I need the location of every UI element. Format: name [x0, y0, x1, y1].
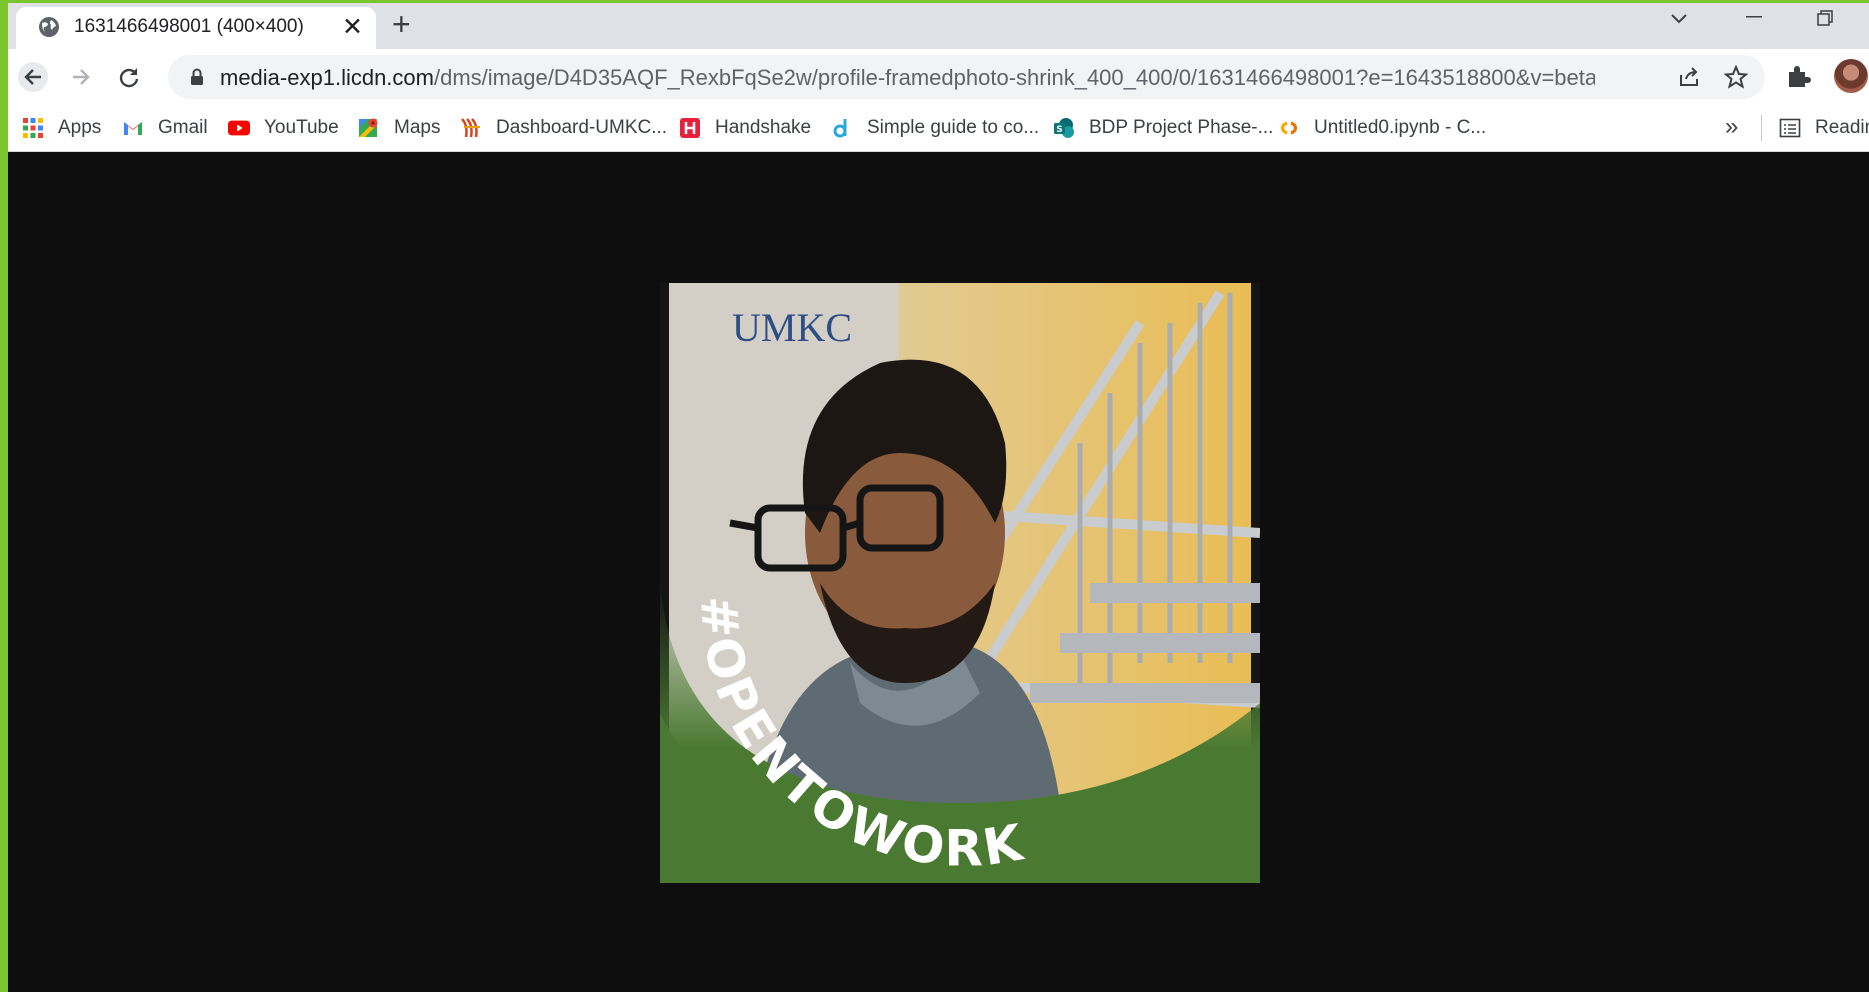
profile-photo: UMKC #OPENTOWORK [660, 283, 1260, 883]
bookmark-apps[interactable]: Apps [22, 115, 101, 141]
profile-avatar[interactable] [1834, 59, 1868, 93]
bookmark-label: Simple guide to co... [867, 117, 1040, 138]
sharepoint-icon: S [1054, 118, 1074, 138]
url-host: media-exp1.licdn.com [220, 65, 434, 90]
address-bar[interactable]: media-exp1.licdn.com/dms/image/D4D35AQF_… [168, 55, 1765, 99]
minimize-icon[interactable] [1746, 15, 1762, 19]
bookmark-simple-guide[interactable]: Simple guide to co... [831, 115, 1039, 141]
forward-arrow-icon[interactable] [66, 62, 96, 92]
reading-list-icon [1779, 118, 1801, 138]
plus-icon[interactable]: + [392, 8, 411, 40]
umkc-icon [461, 118, 480, 138]
guide-icon [833, 119, 847, 138]
star-bookmark-icon[interactable] [1724, 65, 1748, 89]
bookmark-bdp-project[interactable]: S BDP Project Phase-... [1053, 115, 1273, 141]
tab-strip: 1631466498001 (400×400) ✕ + [8, 3, 1869, 49]
colab-icon [1281, 121, 1297, 135]
window-border-left [0, 0, 8, 992]
restore-icon[interactable] [1816, 9, 1834, 27]
apps-grid-icon [23, 118, 43, 138]
extensions-puzzle-icon[interactable] [1786, 63, 1812, 89]
bookmark-label: Handshake [715, 117, 812, 138]
bookmark-label: BDP Project Phase-... [1089, 117, 1274, 138]
bookmark-label: Dashboard-UMKC... [496, 117, 668, 138]
bookmark-colab[interactable]: Untitled0.ipynb - C... [1278, 115, 1486, 141]
youtube-icon [228, 120, 250, 136]
globe-icon [39, 17, 59, 37]
svg-text:S: S [1056, 125, 1062, 135]
bookmark-label: Apps [58, 117, 102, 138]
bookmark-label: Untitled0.ipynb - C... [1314, 117, 1487, 138]
share-icon[interactable] [1677, 65, 1701, 89]
bookmarks-divider [1761, 115, 1762, 141]
bookmark-dashboard-umkc[interactable]: Dashboard-UMKC... [460, 115, 667, 141]
url-path: /dms/image/D4D35AQF_RexbFqSe2w/profile-f… [433, 65, 1595, 90]
tab-title: 1631466498001 (400×400) [74, 16, 304, 37]
bookmark-label: YouTube [264, 117, 339, 138]
tab-search-icon[interactable] [1670, 13, 1688, 25]
bookmark-label: Maps [394, 117, 441, 138]
umkc-sign-text: UMKC [732, 305, 852, 350]
bookmark-maps[interactable]: Maps [358, 115, 440, 141]
maps-icon [359, 118, 378, 137]
toolbar: media-exp1.licdn.com/dms/image/D4D35AQF_… [8, 49, 1869, 105]
viewed-profile-image[interactable]: UMKC #OPENTOWORK [660, 283, 1260, 883]
handshake-icon [680, 118, 700, 138]
reading-list-button[interactable]: Reading list [1779, 115, 1869, 141]
bookmarks-bar: Apps Gmail YouTube Maps Dashboard-UMKC..… [8, 105, 1869, 152]
gmail-icon [124, 122, 142, 135]
browser-chrome: 1631466498001 (400×400) ✕ + media-exp1.l… [8, 3, 1869, 152]
bookmark-youtube[interactable]: YouTube [228, 115, 339, 141]
bookmark-gmail[interactable]: Gmail [122, 115, 208, 141]
lock-icon[interactable] [190, 68, 204, 86]
bookmarks-overflow-chevron[interactable]: » [1725, 113, 1738, 141]
url-text[interactable]: media-exp1.licdn.com/dms/image/D4D35AQF_… [220, 65, 1595, 91]
close-icon[interactable]: ✕ [342, 14, 363, 40]
reading-list-label: Reading list [1815, 117, 1869, 138]
reload-icon[interactable] [114, 62, 144, 92]
back-arrow-icon[interactable] [18, 62, 48, 92]
bookmark-label: Gmail [158, 117, 208, 138]
bookmark-handshake[interactable]: Handshake [679, 115, 811, 141]
active-tab[interactable]: 1631466498001 (400×400) ✕ [16, 7, 376, 49]
